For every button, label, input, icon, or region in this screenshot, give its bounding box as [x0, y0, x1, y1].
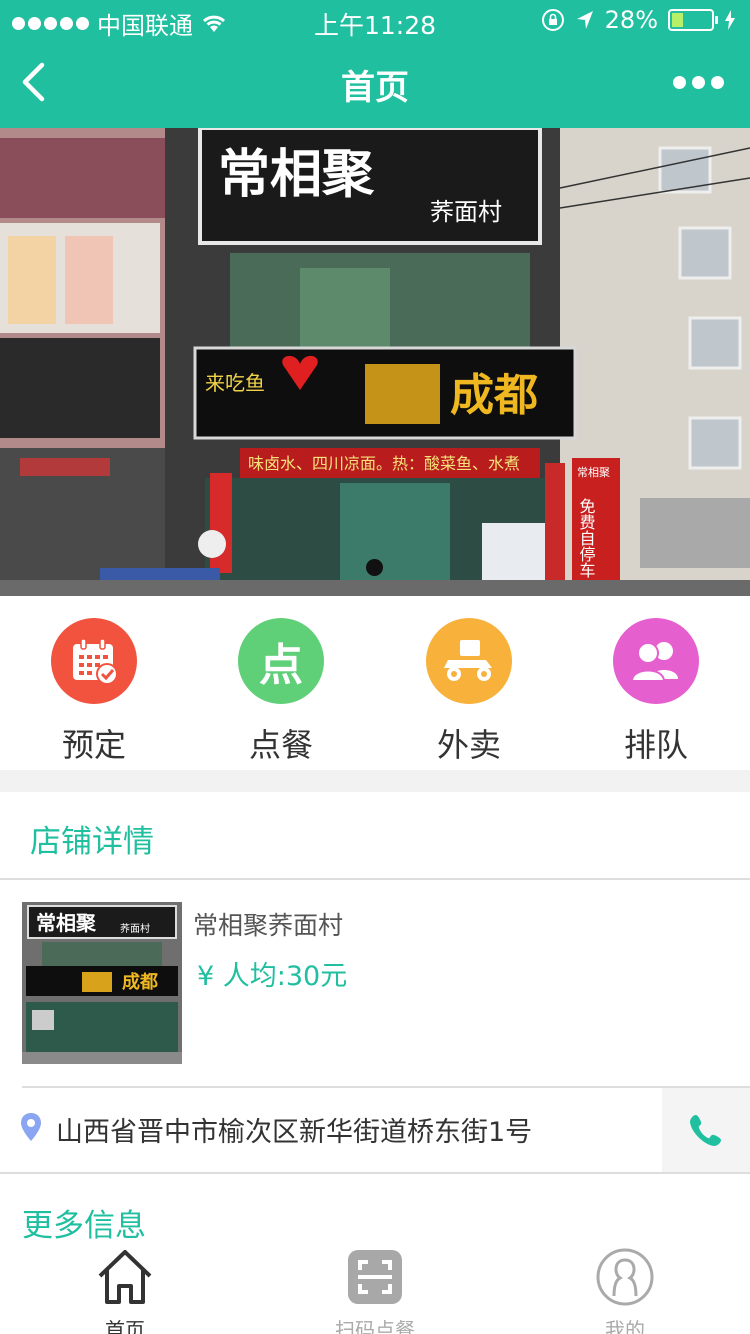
- quick-actions: 预定 点 点餐 外卖 排队: [0, 596, 750, 770]
- battery-percent: 28%: [604, 6, 658, 34]
- store-details-section: 店铺详情 常相聚 荞面村 成都 常相聚荞面村 ¥ 人均:30元 山西省晋中市榆次…: [0, 792, 750, 1245]
- banner-sign-sub: 荞面村: [430, 198, 502, 226]
- store-name: 常相聚荞面村: [193, 911, 344, 940]
- order-icon: 点: [238, 618, 324, 704]
- store-price: ¥ 人均:30元: [197, 961, 348, 992]
- address-row[interactable]: 山西省晋中市榆次区新华街道桥东街1号: [0, 1088, 750, 1172]
- tab-home[interactable]: 首页: [45, 1246, 205, 1334]
- bottom-tab-bar: 首页 扫码点餐 我的: [0, 1242, 750, 1334]
- delivery-scooter-icon: [426, 618, 512, 704]
- action-order[interactable]: 点 点餐: [216, 618, 346, 766]
- charging-bolt-icon: [725, 10, 735, 30]
- more-dot: [692, 76, 705, 89]
- home-icon: [98, 1250, 152, 1304]
- status-bar: 中国联通 上午11:28 28%: [0, 0, 750, 40]
- action-delivery[interactable]: 外卖: [404, 618, 534, 766]
- action-queue[interactable]: 排队: [591, 618, 721, 766]
- banner-carousel[interactable]: 常相聚 荞面村 来吃鱼 成都 味卤水、四川凉面。热：酸菜鱼、水煮 常相聚 免费自…: [0, 128, 750, 596]
- battery-fill: [672, 13, 683, 27]
- banner-sign-laichiyu: 来吃鱼: [205, 371, 265, 395]
- location-arrow-icon: [576, 11, 593, 29]
- phone-icon: [690, 1115, 721, 1146]
- carousel-indicator-dot[interactable]: [366, 559, 383, 576]
- store-address: 山西省晋中市榆次区新华街道桥东街1号: [56, 1117, 533, 1148]
- action-reserve[interactable]: 预定: [29, 618, 159, 766]
- thumb-sign-chengdu: 成都: [122, 971, 158, 993]
- scan-icon: [348, 1250, 402, 1304]
- divider: [0, 878, 750, 880]
- banner-side-sign: 免费自停车: [577, 498, 596, 578]
- tab-label: 我的: [605, 1318, 645, 1334]
- tab-label: 扫码点餐: [335, 1318, 415, 1334]
- more-dot: [711, 76, 724, 89]
- storefront-photo: 常相聚 荞面村 来吃鱼 成都 味卤水、四川凉面。热：酸菜鱼、水煮 常相聚 免费自…: [0, 128, 750, 596]
- tab-profile[interactable]: 我的: [545, 1246, 705, 1334]
- action-label: 预定: [61, 726, 126, 764]
- more-options-button[interactable]: [673, 76, 724, 89]
- order-icon-glyph: 点: [259, 640, 303, 691]
- location-pin-icon: [21, 1113, 41, 1141]
- call-button[interactable]: [662, 1088, 750, 1172]
- store-thumbnail[interactable]: 常相聚 荞面村 成都: [22, 902, 182, 1064]
- banner-sign-main: 常相聚: [218, 144, 375, 205]
- thumb-sign-sub: 荞面村: [120, 922, 150, 935]
- banner-ribbon-text: 味卤水、四川凉面。热：酸菜鱼、水煮: [248, 454, 520, 473]
- status-right: 28%: [541, 6, 736, 34]
- battery-icon: [668, 9, 718, 31]
- calendar-icon: [51, 618, 137, 704]
- queue-people-icon: [613, 618, 699, 704]
- action-label: 点餐: [248, 726, 313, 764]
- store-details-title: 店铺详情: [30, 824, 154, 860]
- banner-sign-chengdu: 成都: [450, 370, 538, 421]
- banner-side-sign-top: 常相聚: [577, 466, 610, 479]
- tab-scan-order[interactable]: 扫码点餐: [295, 1246, 455, 1334]
- rotation-lock-icon: [541, 9, 564, 31]
- profile-icon: [596, 1248, 654, 1306]
- nav-bar: 首页: [0, 40, 750, 128]
- more-dot: [673, 76, 686, 89]
- action-label: 外卖: [436, 726, 501, 764]
- tab-label: 首页: [105, 1318, 145, 1334]
- thumb-sign-main: 常相聚: [36, 911, 97, 935]
- page-title: 首页: [341, 68, 409, 108]
- action-label: 排队: [623, 726, 688, 764]
- more-info-title[interactable]: 更多信息: [22, 1200, 146, 1245]
- divider: [0, 1172, 750, 1174]
